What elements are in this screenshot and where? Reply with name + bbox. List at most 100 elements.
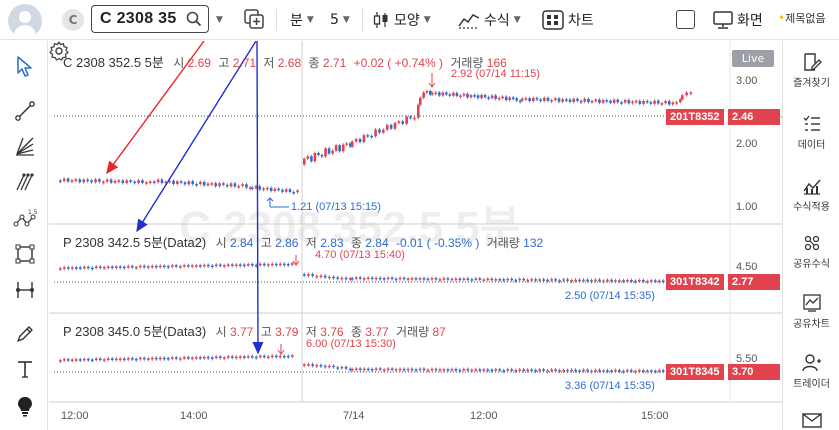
sidebar-item-shared-chart[interactable]: 공유차트 bbox=[783, 293, 839, 330]
pane-1-candle bbox=[448, 94, 452, 96]
avatar[interactable] bbox=[8, 4, 42, 38]
screen-button[interactable]: 화면 bbox=[713, 9, 763, 31]
pane-3-candle bbox=[95, 358, 98, 361]
sidebar-item-shared-formula[interactable]: 공유수식 bbox=[783, 233, 839, 270]
pane-3-candle bbox=[402, 368, 406, 371]
pane-3-candle bbox=[602, 370, 605, 372]
pane-2-low-annotation: 2.50 (07/14 15:35) bbox=[565, 290, 655, 302]
pane-2-candle bbox=[203, 264, 206, 267]
pane-1-candle bbox=[519, 100, 522, 103]
chart-layout-button[interactable]: 차트 bbox=[542, 9, 594, 31]
pane-1-candle bbox=[528, 98, 531, 102]
sidebar-item-label: 수식적용 bbox=[793, 202, 830, 213]
pane-1-candle bbox=[459, 95, 462, 98]
pane-2-candle bbox=[622, 280, 625, 282]
live-badge[interactable]: Live bbox=[732, 50, 774, 67]
pane-1-candle bbox=[105, 179, 109, 182]
shape-tool[interactable] bbox=[12, 241, 38, 267]
pane-2-candle bbox=[287, 264, 290, 266]
candlestick-icon bbox=[373, 12, 388, 28]
pane-2-candle bbox=[247, 264, 250, 266]
interval-unit-select[interactable]: 분 ▼ bbox=[290, 9, 314, 31]
pane-3-candle bbox=[187, 357, 190, 359]
pane-2-candle bbox=[574, 279, 577, 282]
gear-icon[interactable] bbox=[49, 41, 69, 61]
rectangle-shape-icon bbox=[15, 244, 35, 264]
pane-3-candle bbox=[582, 369, 585, 372]
pane-3-candle bbox=[642, 370, 645, 372]
pane-2-candle bbox=[390, 277, 394, 280]
pane-2-candle bbox=[291, 263, 294, 265]
pane-2-candle bbox=[434, 278, 438, 280]
formula-label: 수식 bbox=[484, 13, 510, 29]
formula-button[interactable]: 수식 ▼ bbox=[458, 9, 521, 31]
pane-3-candle bbox=[570, 369, 573, 372]
pane-2-header: P 2308 342.5 5분(Data2) 시 2.84 고 2.86 저 2… bbox=[63, 232, 547, 251]
share-chart-icon bbox=[802, 294, 821, 312]
sidebar-item-favorites[interactable]: 즐겨찾기 bbox=[783, 52, 839, 89]
pane-3-candle bbox=[522, 369, 526, 372]
x-axis-tick: 12:00 bbox=[470, 410, 498, 422]
pane-1-candle bbox=[587, 98, 590, 103]
add-overlay-icon bbox=[244, 9, 264, 29]
pane-3-candle bbox=[438, 369, 442, 371]
text-tool[interactable] bbox=[12, 356, 38, 382]
sidebar-item-apply-formula[interactable]: 수식적용 bbox=[783, 176, 839, 213]
pane-3-candle bbox=[151, 357, 154, 360]
pane-1-candle bbox=[313, 153, 317, 162]
pane-3-candle bbox=[502, 370, 506, 372]
pane-1-candle bbox=[568, 99, 572, 103]
pane-1-candle bbox=[620, 102, 623, 104]
pane-2-candle bbox=[542, 279, 545, 281]
cursor-tool[interactable] bbox=[12, 53, 38, 79]
pane-3-candle bbox=[283, 355, 286, 358]
pane-3-candle bbox=[474, 369, 478, 371]
pane-1-candle bbox=[133, 181, 136, 184]
interval-value-select[interactable]: 5 ▼ bbox=[330, 9, 350, 31]
measure-tool[interactable] bbox=[12, 277, 38, 303]
workspace-name[interactable]: •제목없음 bbox=[778, 10, 826, 26]
pane-1-candle bbox=[320, 154, 324, 157]
pane-2-candle bbox=[279, 263, 282, 266]
pane-2-candle bbox=[558, 280, 561, 282]
fan-tool[interactable] bbox=[12, 133, 38, 159]
trendline-tool[interactable] bbox=[12, 98, 38, 124]
search-icon[interactable] bbox=[186, 11, 202, 27]
pane-3-candle bbox=[406, 368, 410, 371]
pane-1-symbol: C 2308 352.5 5분 bbox=[63, 55, 164, 70]
pane-1-candle bbox=[483, 95, 487, 98]
sidebar-item-data[interactable]: 데이터 bbox=[783, 114, 839, 151]
pane-1-candle bbox=[345, 143, 349, 145]
pane-2-candle bbox=[67, 267, 70, 269]
pane-3-candle bbox=[139, 357, 142, 360]
pattern-tool[interactable]: 1 5 bbox=[12, 206, 38, 232]
pane-2-candle bbox=[590, 280, 593, 282]
pane-1-candle bbox=[627, 99, 631, 104]
pane-1-candle bbox=[382, 129, 385, 133]
pane-3-candle bbox=[358, 368, 362, 370]
checkbox-toggle[interactable] bbox=[676, 10, 695, 29]
pane-1-candle bbox=[476, 95, 480, 99]
pane-1-close: 2.71 bbox=[322, 56, 347, 70]
pane-1-candle bbox=[583, 98, 587, 102]
chart-style-button[interactable]: 모양 ▼ bbox=[372, 9, 431, 31]
pane-2-candle bbox=[486, 278, 490, 281]
pane-1-candle bbox=[195, 184, 198, 186]
pane-2-candle bbox=[328, 276, 331, 279]
pane-3-candle bbox=[127, 358, 130, 360]
add-chart-button[interactable] bbox=[243, 8, 265, 30]
sidebar-item-mail[interactable] bbox=[783, 411, 839, 430]
pane-3-close: 3.77 bbox=[365, 325, 389, 339]
pane-1-candle bbox=[245, 184, 248, 188]
brush-tool[interactable] bbox=[12, 321, 38, 347]
symbol-search-input[interactable]: C 2308 35 bbox=[91, 5, 209, 33]
chart-area[interactable]: C 2308 352.5 5분 C 2308 352.5 5분 시 2.69 고… bbox=[49, 41, 782, 430]
symbol-type-badge[interactable]: C bbox=[62, 9, 84, 31]
pane-3-candle bbox=[87, 358, 90, 361]
pane-2-candle bbox=[219, 264, 222, 266]
sidebar-item-trader[interactable]: 트레이더 bbox=[783, 353, 839, 390]
pane-3-candle bbox=[247, 356, 250, 358]
symbol-dropdown-caret[interactable]: ▼ bbox=[216, 9, 223, 31]
ideas-tool[interactable] bbox=[12, 393, 38, 419]
pitchfork-tool[interactable] bbox=[12, 169, 38, 195]
